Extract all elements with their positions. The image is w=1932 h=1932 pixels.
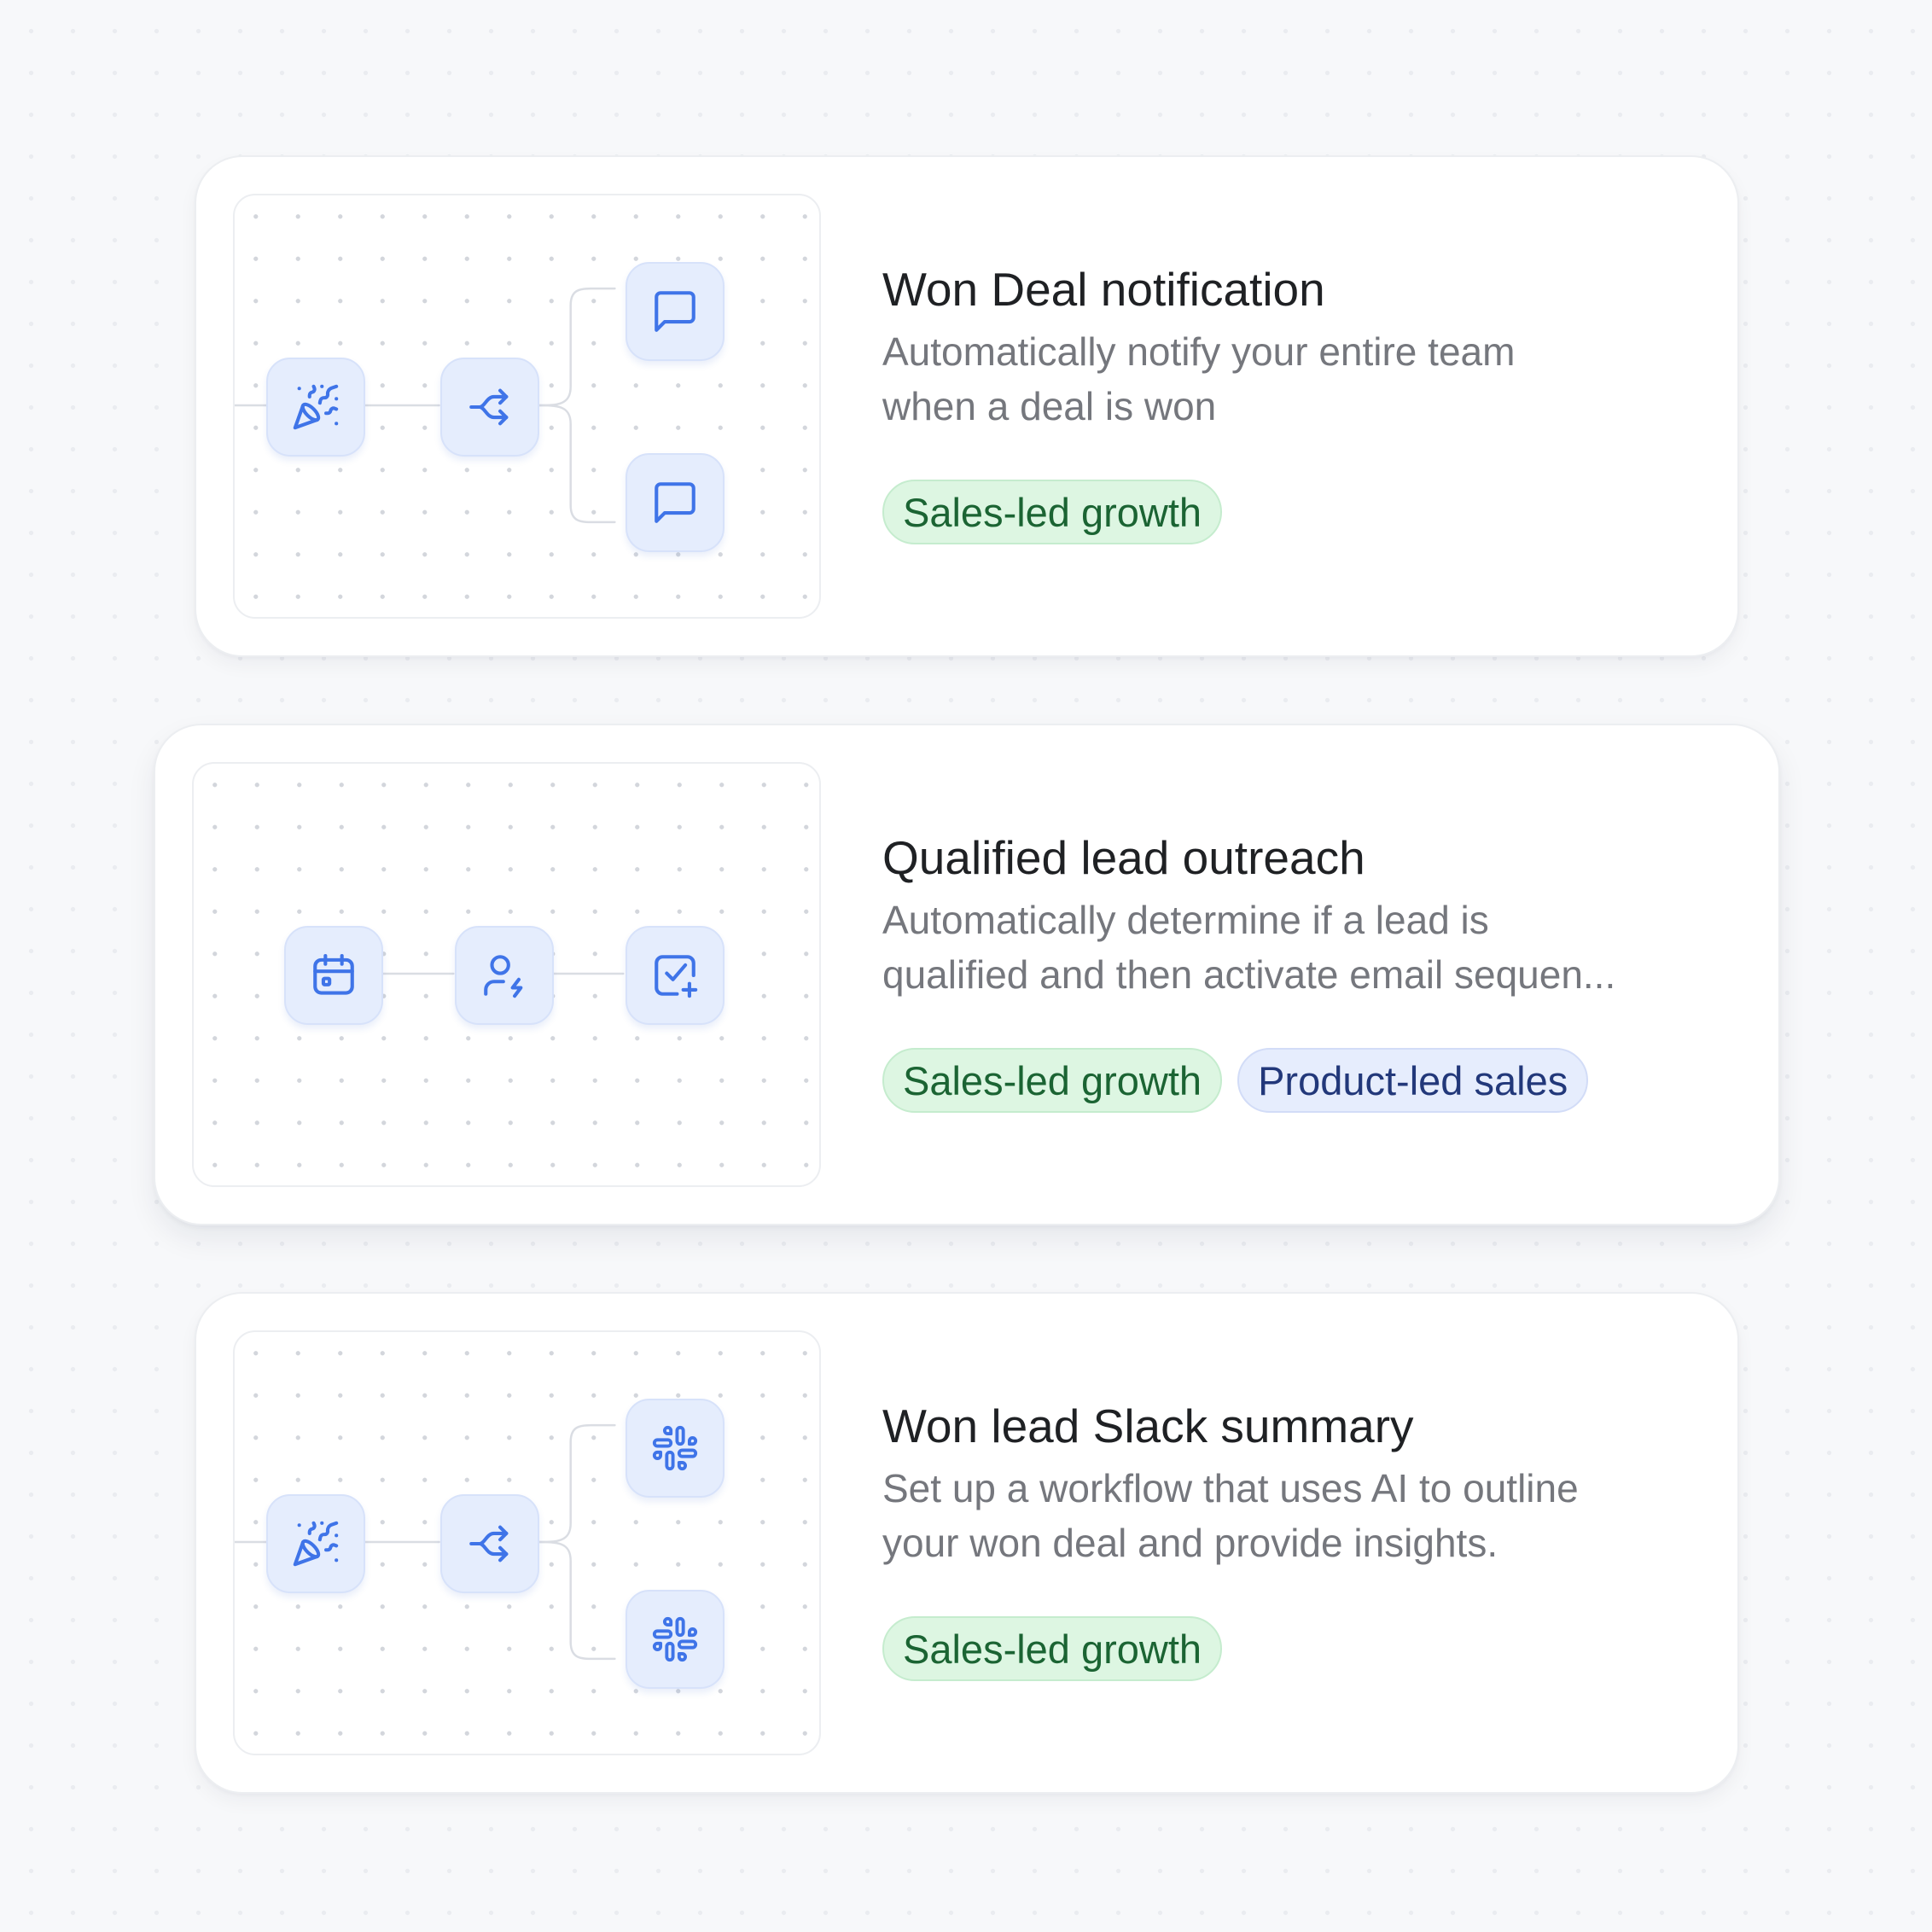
workflow-card-won-lead-slack-summary[interactable]: Won lead Slack summary Set up a workflow… (195, 1292, 1739, 1794)
tag-list: Sales-led growth (882, 1616, 1719, 1681)
description-line: Automatically notify your entire team (882, 329, 1516, 374)
slack-node-top[interactable] (626, 1399, 724, 1498)
tag-list: Sales-led growth (882, 480, 1719, 544)
split-node[interactable] (440, 1494, 539, 1593)
workflow-preview-canvas (233, 194, 821, 619)
square-check-plus-icon (650, 951, 700, 1000)
slack-icon (650, 1423, 700, 1473)
slack-node-bottom[interactable] (626, 1590, 724, 1689)
tag-list: Sales-led growth Product-led sales (882, 1048, 1719, 1113)
party-popper-icon (291, 1519, 340, 1568)
workflow-preview-canvas (192, 762, 821, 1187)
workflow-title: Won Deal notification (882, 263, 1325, 316)
trigger-node[interactable] (266, 358, 365, 457)
workflow-title: Qualified lead outreach (882, 831, 1365, 884)
split-arrows-icon (465, 382, 515, 432)
workflow-description: Set up a workflow that uses AI to outlin… (882, 1461, 1719, 1570)
message-node-top[interactable] (626, 262, 724, 361)
user-bolt-icon (480, 951, 529, 1000)
split-node[interactable] (440, 358, 539, 457)
party-popper-icon (291, 382, 340, 432)
workflow-info: Qualified lead outreach Automatically de… (882, 828, 1719, 1113)
workflow-preview-canvas (233, 1330, 821, 1755)
message-node-bottom[interactable] (626, 453, 724, 552)
tag-product-led-sales[interactable]: Product-led sales (1237, 1048, 1589, 1113)
workflow-title: Won lead Slack summary (882, 1400, 1414, 1452)
workflow-description: Automatically notify your entire team wh… (882, 324, 1719, 434)
message-square-icon (650, 287, 700, 336)
qualify-lead-node[interactable] (455, 926, 554, 1025)
workflow-card-won-deal-notification[interactable]: Won Deal notification Automatically noti… (195, 155, 1739, 657)
tag-sales-led-growth[interactable]: Sales-led growth (882, 480, 1223, 544)
workflow-card-qualified-lead-outreach[interactable]: Qualified lead outreach Automatically de… (154, 724, 1780, 1225)
message-square-icon (650, 478, 700, 527)
trigger-node[interactable] (266, 1494, 365, 1593)
workflow-description: Automatically determine if a lead is qua… (882, 893, 1719, 1002)
description-line: your won deal and provide insights. (882, 1521, 1498, 1565)
description-line: Automatically determine if a lead is (882, 898, 1489, 942)
description-line: Set up a workflow that uses AI to outlin… (882, 1466, 1579, 1510)
schedule-node[interactable] (284, 926, 383, 1025)
slack-icon (650, 1615, 700, 1664)
tag-sales-led-growth[interactable]: Sales-led growth (882, 1616, 1223, 1681)
workflow-info: Won Deal notification Automatically noti… (882, 259, 1719, 544)
workflow-info: Won lead Slack summary Set up a workflow… (882, 1396, 1719, 1681)
description-line: when a deal is won (882, 384, 1217, 428)
add-to-sequence-node[interactable] (626, 926, 724, 1025)
calendar-icon (309, 951, 358, 1000)
description-line: qualified and then activate email sequen… (882, 952, 1616, 997)
tag-sales-led-growth[interactable]: Sales-led growth (882, 1048, 1223, 1113)
split-arrows-icon (465, 1519, 515, 1568)
